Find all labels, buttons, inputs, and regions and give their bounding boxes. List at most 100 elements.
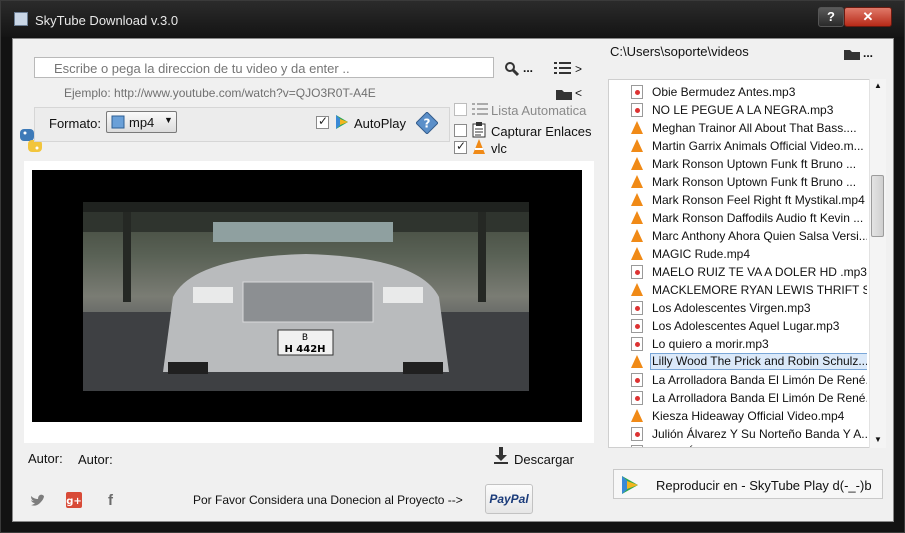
file-name: La Arrolladora Banda El Limón De René... [652,373,867,387]
file-list-item[interactable]: Julión Álvarez Y Su Norteño Banda Y A... [609,425,867,443]
file-list-item[interactable]: Lo quiero a morir.mp3 [609,335,867,353]
file-list-item[interactable]: MAELO RUIZ TE VA A DOLER HD .mp3 [609,263,867,281]
donation-text: Por Favor Considera una Donecion al Proy… [193,493,463,507]
paypal-label: PayPal [489,492,529,506]
file-list-item[interactable]: Los Adolescentes Virgen.mp3 [609,299,867,317]
file-list-item[interactable]: Kiesza Hideaway Official Video.mp4 [609,407,867,425]
file-name: MAGIC Rude.mp4 [652,247,751,261]
file-name: Mark Ronson Uptown Funk ft Bruno ... [652,175,857,189]
audio-file-icon [631,427,643,441]
vlc-file-icon [631,121,643,134]
file-name: MAELO RUIZ TE VA A DOLER HD .mp3 [652,265,867,279]
folder-icon[interactable] [844,48,860,63]
format-select[interactable]: mp4 ▼ [106,111,177,133]
vlc-file-icon [631,355,643,368]
file-list-item[interactable]: Mark Ronson Uptown Funk ft Bruno ... [609,155,867,173]
file-list-item[interactable]: Los Adolescentes Aquel Lugar.mp3 [609,317,867,335]
audio-file-icon [631,319,643,333]
vlc-file-icon [631,247,643,260]
audio-file-icon [631,103,643,117]
file-name: Kiesza Hideaway Official Video.mp4 [652,409,845,423]
lista-automatica-label: Lista Automatica [491,103,587,118]
lista-automatica-checkbox[interactable] [454,103,467,116]
play-store-icon [622,476,638,494]
file-list-item[interactable]: NO LE PEGUE A LA NEGRA.mp3 [609,101,867,119]
folder-icon[interactable] [556,88,572,103]
file-name: Los Adolescentes Aquel Lugar.mp3 [652,319,840,333]
scroll-up-icon[interactable]: ▲ [874,81,882,90]
title-bar[interactable]: SkyTube Download v.3.0 ? ✕ [1,1,904,37]
vlc-file-icon [631,283,643,296]
search-more-button[interactable]: ... [523,61,533,75]
google-plus-icon[interactable]: g+ [66,492,82,511]
app-icon [14,12,28,26]
vlc-file-icon [631,229,643,242]
file-list-item[interactable]: MACKLEMORE RYAN LEWIS THRIFT S... [609,281,867,299]
video-thumbnail: B H 442H [83,202,529,391]
play-in-skytube-button[interactable]: Reproducir en - SkyTube Play d(-_-)b [613,469,883,499]
audio-file-icon [631,445,643,447]
vlc-icon [472,139,486,158]
folder-arrow[interactable]: < [575,86,582,100]
file-name: Los Adolescentes Virgen.mp3 [652,301,811,315]
file-list-item[interactable]: Obie Bermudez Antes.mp3 [609,83,867,101]
file-list[interactable]: Obie Bermudez Antes.mp3 NO LE PEGUE A LA … [608,79,886,448]
capturar-enlaces-checkbox[interactable] [454,124,467,137]
file-name: Marc Anthony Ahora Quien Salsa Versi... [652,229,867,243]
file-name: Martin Garrix Animals Official Video.m..… [652,139,864,153]
autoplay-checkbox[interactable] [316,114,329,129]
svg-text:H 442H: H 442H [284,344,325,355]
list-arrow[interactable]: > [575,62,582,76]
help-icon[interactable]: ? [415,111,439,137]
file-list-item[interactable]: Marc Anthony Ahora Quien Salsa Versi... [609,227,867,245]
close-button[interactable]: ✕ [844,7,892,27]
play-store-icon [335,114,349,133]
file-list-item[interactable]: Mark Ronson Uptown Funk ft Bruno ... [609,173,867,191]
svg-text:g+: g+ [66,496,82,507]
search-icon[interactable] [504,61,520,80]
file-list-item[interactable]: La Arrolladora Banda El Limón De René... [609,371,867,389]
scroll-down-icon[interactable]: ▼ [874,435,882,444]
facebook-icon[interactable]: f [108,492,113,509]
url-example: Ejemplo: http://www.youtube.com/watch?v=… [64,86,376,100]
paypal-button[interactable]: PayPal [485,484,533,514]
file-name: Meghan Trainor All About That Bass.... [652,121,857,135]
chevron-down-icon: ▼ [164,115,173,125]
file-name: Julión Álvarez Y Su Norteño Banda Y A... [652,427,867,441]
audio-file-icon [631,373,643,387]
file-name: Obie Bermudez Antes.mp3 [652,85,796,99]
vlc-file-icon [631,193,643,206]
file-name: Mark Ronson Feel Right ft Mystikal.mp4 [652,193,865,207]
vlc-checkbox[interactable] [454,139,467,154]
svg-text:B: B [302,333,308,343]
play-in-skytube-label: Reproducir en - SkyTube Play d(-_-)b [656,478,872,493]
file-list-item[interactable]: Mark Ronson Daffodils Audio ft Kevin ... [609,209,867,227]
scroll-thumb[interactable] [871,175,884,237]
file-list-item[interactable]: Meghan Trainor All About That Bass.... [609,119,867,137]
file-list-item[interactable]: Martin Garrix Animals Official Video.m..… [609,137,867,155]
folder-more-button[interactable]: ... [863,46,873,60]
file-name: NO LE PEGUE A LA NEGRA.mp3 [652,103,834,117]
file-name: Mark Ronson Uptown Funk ft Bruno ... [652,157,857,171]
twitter-icon[interactable] [30,494,46,511]
main-panel: ... > Ejemplo: http://www.youtube.com/wa… [12,38,894,522]
file-list-item[interactable]: Mark Ronson Feel Right ft Mystikal.mp4 [609,191,867,209]
window-title: SkyTube Download v.3.0 [35,13,179,28]
help-button[interactable]: ? [818,7,844,27]
download-icon[interactable] [493,447,509,468]
file-name: La Arrolladora Banda El Limón De René... [652,391,867,405]
author-value: Autor: [78,452,113,467]
vlc-file-icon [631,139,643,152]
download-button[interactable]: Descargar [514,452,574,467]
vlc-label: vlc [491,141,507,156]
file-list-item[interactable]: La Arrolladora Banda El Limón De René... [609,389,867,407]
file-list-item[interactable]: Julión Álvarez Y Su Norteño Banda Te... [609,443,867,447]
file-list-scrollbar[interactable]: ▲ ▼ [869,79,886,448]
url-input[interactable] [34,57,494,78]
file-list-item[interactable]: Lilly Wood The Prick and Robin Schulz... [609,353,867,371]
audio-file-icon [631,265,643,279]
file-list-item[interactable]: MAGIC Rude.mp4 [609,245,867,263]
list-icon[interactable] [554,61,572,78]
file-name: Mark Ronson Daffodils Audio ft Kevin ... [652,211,864,225]
vlc-file-icon [631,211,643,224]
